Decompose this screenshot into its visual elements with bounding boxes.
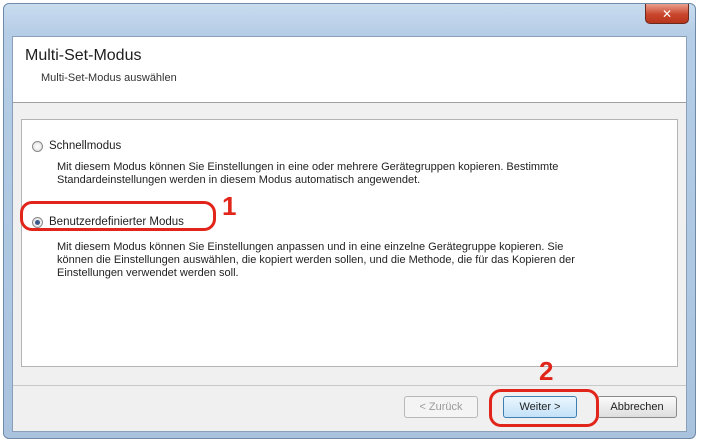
description-line: können die Einstellungen auswählen, die … — [57, 254, 575, 266]
page-subtitle: Multi-Set-Modus auswählen — [41, 72, 177, 84]
highlight-benutzerdefiniert — [20, 201, 216, 231]
cancel-button[interactable]: Abbrechen — [597, 396, 677, 418]
description-line: Mit diesem Modus können Sie Einstellunge… — [57, 241, 564, 253]
close-button[interactable]: ✕ — [645, 4, 689, 24]
mode-selection-panel: Schnellmodus Mit diesem Modus können Sie… — [21, 119, 678, 367]
footer-divider — [13, 385, 686, 386]
description-line: Einstellungen verwendet werden soll. — [57, 267, 239, 279]
close-icon: ✕ — [661, 6, 673, 21]
option-schnellmodus[interactable]: Schnellmodus — [32, 140, 121, 152]
step-number-2: 2 — [539, 356, 554, 386]
wizard-header: Multi-Set-Modus Multi-Set-Modus auswähle… — [13, 37, 686, 103]
page-title: Multi-Set-Modus — [25, 47, 142, 64]
option-label-schnellmodus: Schnellmodus — [49, 140, 122, 152]
dialog-window: ✕ Multi-Set-Modus Multi-Set-Modus auswäh… — [3, 3, 696, 439]
description-line: Mit diesem Modus können Sie Einstellunge… — [57, 161, 559, 173]
highlight-next-button — [489, 389, 599, 427]
description-line: Standardeinstellungen werden in diesem M… — [57, 174, 421, 186]
step-number-1: 1 — [222, 191, 237, 221]
title-bar[interactable]: ✕ — [4, 4, 695, 36]
option-description-benutzerdefiniert: Mit diesem Modus können Sie Einstellunge… — [57, 241, 575, 280]
back-button[interactable]: < Zurück — [404, 396, 478, 418]
dialog-content: Multi-Set-Modus Multi-Set-Modus auswähle… — [12, 36, 687, 432]
option-description-schnellmodus: Mit diesem Modus können Sie Einstellunge… — [57, 161, 558, 187]
radio-schnellmodus[interactable] — [32, 140, 43, 152]
